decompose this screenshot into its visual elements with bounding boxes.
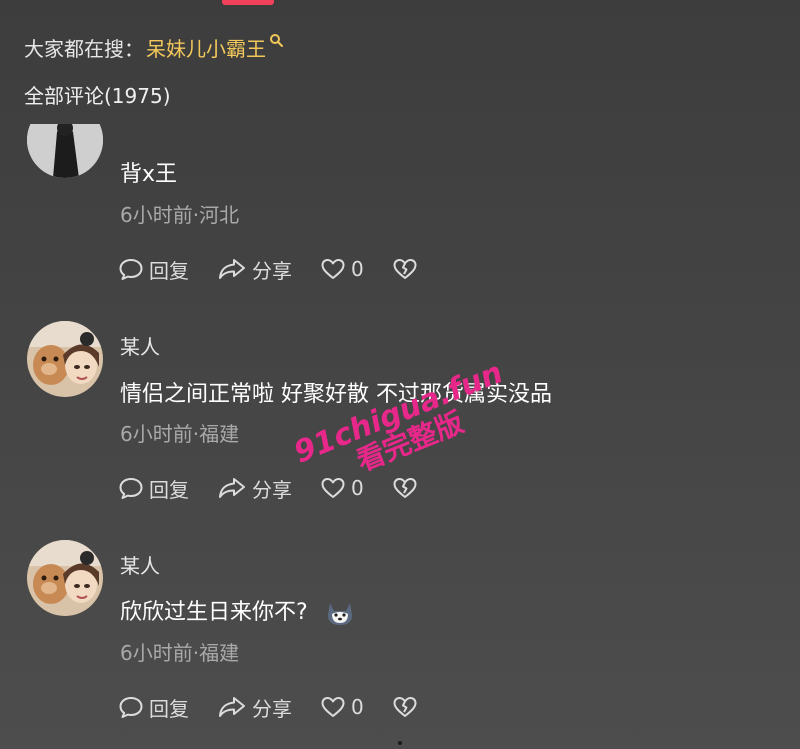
trending-search-bar[interactable]: 大家都在搜： 呆妹儿小霸王: [24, 32, 283, 62]
like-button[interactable]: 0: [320, 476, 364, 500]
comment-text: 情侣之间正常啦 好聚好散 不过那货属实没品: [120, 382, 552, 407]
heart-icon: [321, 478, 345, 498]
share-button[interactable]: 分享: [217, 255, 292, 284]
comment-bubble-icon: [119, 478, 143, 499]
comment-username[interactable]: 某人: [120, 550, 160, 579]
like-count: 0: [351, 476, 364, 500]
like-button[interactable]: 0: [320, 257, 364, 281]
comment-text-row: 欣欣过生日来你不?: [120, 594, 355, 627]
reply-button[interactable]: 回复: [118, 693, 189, 722]
broken-heart-icon: [393, 697, 417, 717]
comment-actions: 回复 分享 0: [118, 254, 423, 284]
comment-bubble-icon: [119, 259, 143, 280]
dislike-button[interactable]: [392, 476, 423, 500]
broken-heart-icon: [393, 259, 417, 279]
active-tab-indicator: [222, 0, 274, 5]
reply-label: 回复: [149, 696, 189, 721]
comment-actions: 回复 分享 0: [118, 692, 423, 722]
share-label: 分享: [252, 696, 292, 721]
dislike-button[interactable]: [392, 257, 423, 281]
search-icon[interactable]: [269, 33, 283, 47]
broken-heart-icon: [393, 478, 417, 498]
heart-icon: [321, 697, 345, 717]
trending-search-prefix: 大家都在搜：: [24, 36, 144, 61]
reply-button[interactable]: 回复: [118, 255, 189, 284]
avatar[interactable]: [27, 321, 103, 397]
comment-meta: 6小时前·河北: [120, 203, 240, 227]
share-arrow-icon: [219, 478, 245, 498]
share-label: 分享: [252, 258, 292, 283]
reply-button[interactable]: 回复: [118, 474, 189, 503]
share-button[interactable]: 分享: [217, 474, 292, 503]
comment-meta: 6小时前·福建: [120, 641, 240, 665]
like-count: 0: [351, 257, 364, 281]
share-label: 分享: [252, 477, 292, 502]
comment-meta: 6小时前·福建: [120, 422, 240, 446]
comment-text: 背x王: [120, 162, 178, 187]
like-button[interactable]: 0: [320, 695, 364, 719]
comment-actions: 回复 分享 0: [118, 473, 423, 503]
avatar[interactable]: [27, 540, 103, 616]
share-arrow-icon: [219, 697, 245, 717]
trending-search-keyword[interactable]: 呆妹儿小霸王: [146, 33, 266, 62]
avatar[interactable]: [27, 124, 103, 178]
comment-username[interactable]: 某人: [120, 331, 160, 360]
dislike-button[interactable]: [392, 695, 423, 719]
comments-count-header: 全部评论(1975): [24, 84, 171, 108]
comment-list[interactable]: 背x王 6小时前·河北 回复 分享 0 某人 情侣之间正常啦 好聚好散 不过那货…: [0, 124, 800, 749]
share-arrow-icon: [219, 259, 245, 279]
like-count: 0: [351, 695, 364, 719]
reply-label: 回复: [149, 258, 189, 283]
comment-text: 欣欣过生日来你不?: [120, 600, 308, 625]
share-button[interactable]: 分享: [217, 693, 292, 722]
heart-icon: [321, 259, 345, 279]
comment-bubble-icon: [119, 697, 143, 718]
reply-label: 回复: [149, 477, 189, 502]
husky-emoji-icon: [327, 603, 352, 625]
scroll-indicator-dot: [398, 741, 402, 745]
